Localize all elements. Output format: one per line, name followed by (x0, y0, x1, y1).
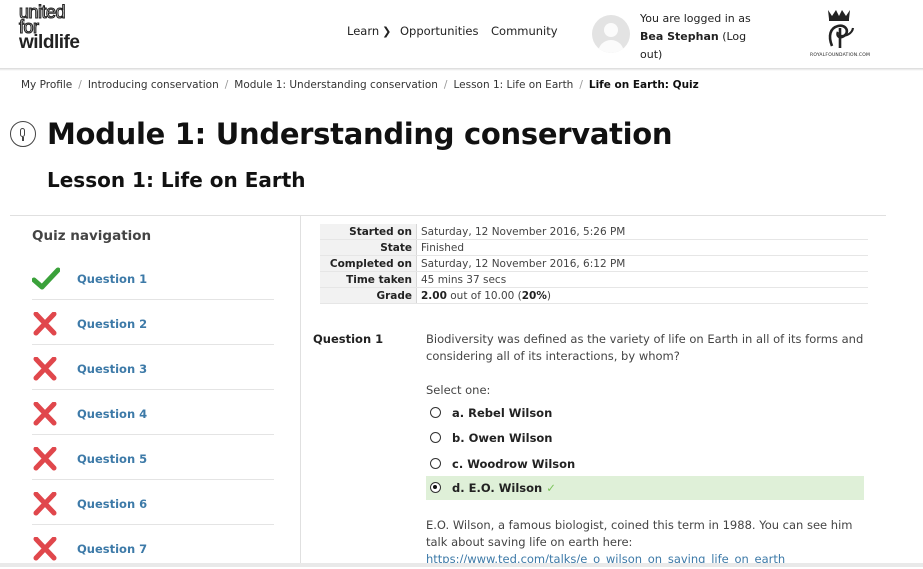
quiz-nav-label: Question 4 (77, 407, 148, 421)
cross-icon (33, 492, 57, 516)
radio-button[interactable] (430, 432, 441, 443)
quiz-nav-question-1[interactable]: Question 1 (32, 255, 274, 300)
summary-label: Completed on (320, 255, 417, 272)
feedback-text: E.O. Wilson, a famous biologist, coined … (426, 518, 853, 549)
quiz-nav-question-3[interactable]: Question 3 (32, 345, 274, 390)
answer-option-c[interactable]: c. Woodrow Wilson (426, 452, 864, 476)
select-one-prompt: Select one: (426, 383, 491, 397)
royal-foundation-emblem-icon (828, 10, 855, 48)
answer-option-a[interactable]: a. Rebel Wilson (426, 401, 864, 425)
quiz-navigation-list: Question 1 Question 2 Question 3 Questio… (32, 255, 274, 569)
nav-opportunities[interactable]: Opportunities (400, 24, 478, 38)
question-text: Biodiversity was defined as the variety … (426, 332, 864, 363)
quiz-nav-question-2[interactable]: Question 2 (32, 300, 274, 345)
royal-foundation-logo[interactable]: ROYALFOUNDATION.COM (810, 6, 871, 62)
grade-percent: 20% (521, 289, 547, 302)
radio-button-selected[interactable] (430, 482, 441, 493)
divider (10, 215, 886, 216)
grade-score: 2.00 (421, 289, 447, 302)
site-logo[interactable]: united for wildlife (18, 2, 97, 53)
quiz-nav-label: Question 6 (77, 497, 148, 511)
radio-button[interactable] (430, 407, 441, 418)
breadcrumb-course[interactable]: Introducing conservation (88, 79, 219, 91)
feedback-link[interactable]: https://www.ted.com/talks/e_o_wilson_on_… (426, 552, 785, 563)
lesson-title: Lesson 1: Life on Earth (47, 168, 306, 192)
grade-text: out of 10.00 ( (446, 289, 522, 302)
cross-icon (33, 537, 57, 561)
quiz-nav-question-5[interactable]: Question 5 (32, 435, 274, 480)
check-icon: ✓ (546, 481, 556, 495)
answer-feedback: E.O. Wilson, a famous biologist, coined … (426, 517, 866, 563)
top-navbar: united for wildlife Learn ❯ Opportunities… (0, 0, 923, 68)
logo-line-3: wildlife (19, 32, 80, 53)
summary-row-completed: Completed on Saturday, 12 November 2016,… (320, 255, 868, 272)
summary-label: Started on (320, 224, 417, 240)
summary-label: State (320, 239, 417, 256)
summary-row-started: Started on Saturday, 12 November 2016, 5… (320, 224, 868, 240)
summary-label: Grade (320, 287, 417, 304)
partner-caption: ROYALFOUNDATION.COM (810, 53, 871, 58)
horizontal-scrollbar[interactable] (0, 563, 923, 567)
answer-option-b[interactable]: b. Owen Wilson (426, 426, 864, 450)
breadcrumb-module[interactable]: Module 1: Understanding conservation (234, 79, 438, 91)
quiz-nav-label: Question 2 (77, 317, 148, 331)
quiz-nav-question-6[interactable]: Question 6 (32, 480, 274, 525)
summary-value: Saturday, 12 November 2016, 5:26 PM (416, 224, 868, 240)
quiz-navigation-title: Quiz navigation (32, 228, 152, 244)
cross-icon (33, 312, 57, 336)
summary-value: Finished (416, 239, 868, 256)
breadcrumb-lesson[interactable]: Lesson 1: Life on Earth (453, 79, 573, 91)
summary-row-grade: Grade 2.00 out of 10.00 (20%) (320, 287, 868, 304)
breadcrumb-current: Life on Earth: Quiz (588, 79, 699, 91)
summary-value: Saturday, 12 November 2016, 6:12 PM (416, 255, 868, 272)
cross-icon (33, 402, 57, 426)
quiz-nav-label: Question 5 (77, 452, 148, 466)
answer-label: d. E.O. Wilson (452, 481, 543, 495)
quiz-nav-label: Question 1 (77, 272, 148, 286)
radio-button[interactable] (430, 458, 441, 469)
summary-label: Time taken (320, 271, 417, 288)
summary-row-time: Time taken 45 mins 37 secs (320, 271, 868, 288)
answer-label: a. Rebel Wilson (452, 406, 553, 420)
nav-learn[interactable]: Learn ❯ (347, 24, 391, 38)
grade-value: 2.00 out of 10.00 (20%) (416, 287, 868, 304)
answer-label: b. Owen Wilson (452, 431, 553, 445)
summary-value: 45 mins 37 secs (416, 271, 868, 288)
check-icon (32, 267, 60, 290)
avatar[interactable] (592, 15, 630, 53)
question-number: Question 1 (313, 332, 384, 346)
answer-option-d[interactable]: d. E.O. Wilson ✓ (426, 476, 864, 500)
cross-icon (33, 447, 57, 471)
quiz-nav-label: Question 7 (77, 542, 148, 556)
module-icon (10, 121, 36, 147)
breadcrumb-my-profile[interactable]: My Profile (21, 79, 72, 91)
page-title: Module 1: Understanding conservation (47, 117, 673, 151)
quiz-nav-label: Question 3 (77, 362, 148, 376)
login-info: You are logged in as Bea Stephan (Log ou… (640, 10, 760, 64)
cross-icon (33, 357, 57, 381)
column-divider (300, 216, 301, 567)
attempt-summary-table: Started on Saturday, 12 November 2016, 5… (320, 224, 868, 304)
answer-label: c. Woodrow Wilson (452, 457, 576, 471)
breadcrumb: My Profile / Introducing conservation / Modu… (21, 79, 699, 91)
nav-learn-label: Learn (347, 24, 380, 38)
summary-row-state: State Finished (320, 239, 868, 256)
quiz-nav-question-4[interactable]: Question 4 (32, 390, 274, 435)
nav-community[interactable]: Community (491, 24, 558, 38)
user-name-link[interactable]: Bea Stephan (640, 30, 719, 43)
grade-close: ) (546, 289, 551, 302)
chevron-down-icon: ❯ (382, 25, 392, 38)
login-prefix: You are logged in as (640, 12, 751, 25)
